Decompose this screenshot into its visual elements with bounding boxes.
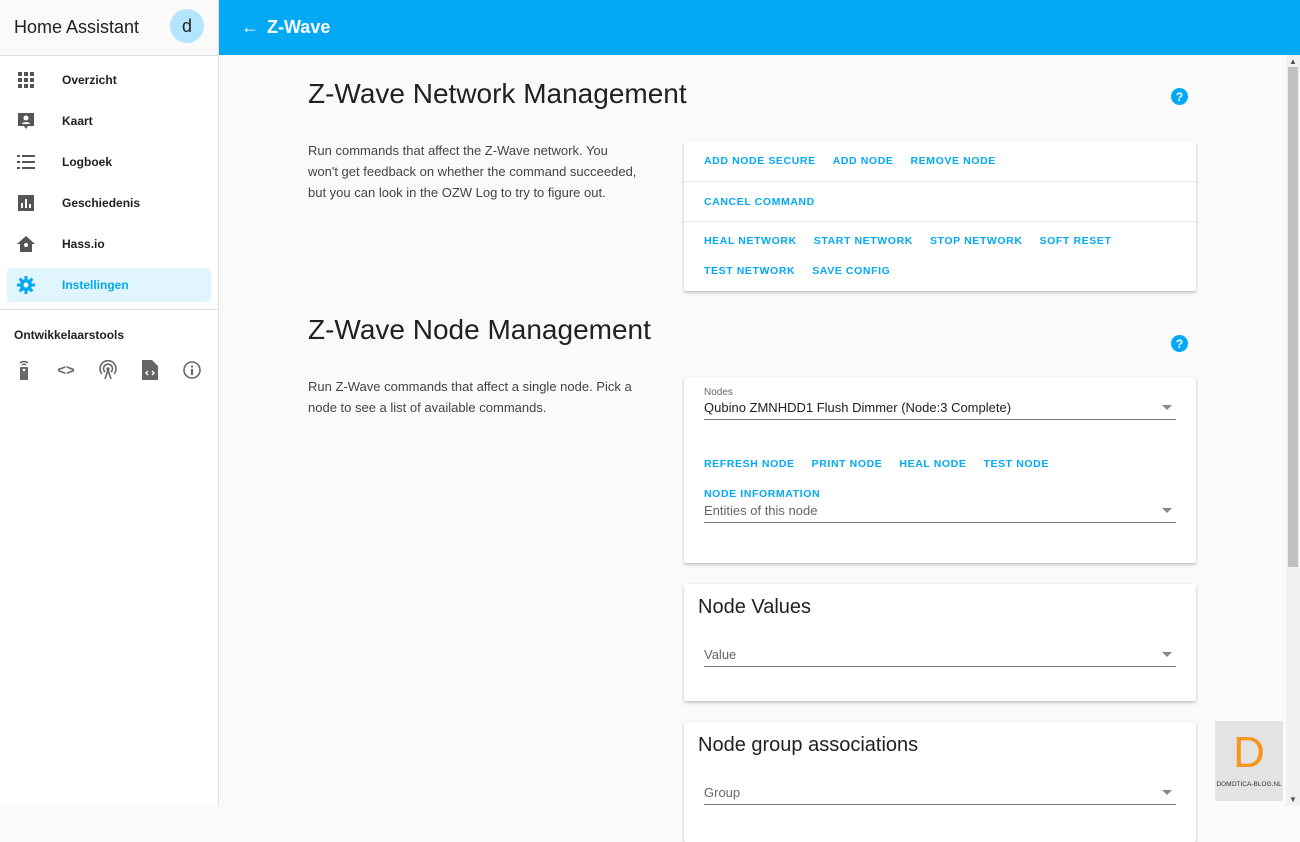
watermark-logo: D DOMOTICA-BLOG.NL: [1215, 721, 1283, 801]
node-commands-card: Nodes Qubino ZMNHDD1 Flush Dimmer (Node:…: [684, 377, 1196, 563]
network-management-title: Z-Wave Network Management: [308, 78, 687, 109]
value-placeholder: Value: [704, 647, 737, 662]
save-config-button[interactable]: SAVE CONFIG: [812, 256, 890, 286]
add-node-secure-button[interactable]: ADD NODE SECURE: [704, 146, 816, 176]
app-title: Home Assistant: [14, 17, 140, 37]
stop-network-button[interactable]: STOP NETWORK: [930, 226, 1023, 256]
avatar[interactable]: d: [170, 9, 204, 43]
node-description: Run Z-Wave commands that affect a single…: [308, 379, 632, 415]
nodes-label: Nodes: [704, 387, 733, 398]
sidebar-item-label: Logboek: [62, 155, 112, 169]
print-node-button[interactable]: PRINT NODE: [812, 449, 883, 479]
developer-tools-title: Ontwikkelaarstools: [14, 328, 125, 342]
sidebar-item-label: Geschiedenis: [62, 196, 141, 210]
chevron-down-icon: [1162, 508, 1172, 513]
sidebar-item-kaart[interactable]: Kaart: [7, 104, 211, 138]
sidebar-item-label: Kaart: [62, 114, 93, 128]
hassio-icon: [14, 236, 38, 252]
start-network-button[interactable]: START NETWORK: [814, 226, 913, 256]
sidebar-header: Home Assistant d: [0, 0, 218, 56]
sidebar-item-label: Hass.io: [62, 237, 105, 251]
node-groups-title: Node group associations: [698, 734, 919, 756]
entities-dropdown[interactable]: Entities of this node: [704, 503, 1176, 523]
list-icon: [14, 154, 38, 170]
node-values-card: Node Values Value: [684, 584, 1196, 701]
map-account-icon: [14, 112, 38, 130]
network-commands-card: ADD NODE SECURE ADD NODE REMOVE NODE CAN…: [684, 141, 1196, 291]
help-icon[interactable]: ?: [1171, 88, 1188, 105]
chevron-down-icon: [1162, 790, 1172, 795]
broadcast-icon[interactable]: [98, 360, 118, 380]
nodes-dropdown[interactable]: Qubino ZMNHDD1 Flush Dimmer (Node:3 Comp…: [704, 400, 1176, 420]
remote-icon[interactable]: [14, 360, 34, 380]
group-dropdown[interactable]: Group: [704, 785, 1176, 805]
add-node-button[interactable]: ADD NODE: [833, 146, 894, 176]
gear-icon: [14, 276, 38, 294]
scroll-down-icon[interactable]: ▼: [1289, 795, 1297, 804]
sidebar-item-geschiedenis[interactable]: Geschiedenis: [7, 186, 211, 220]
network-description: Run commands that affect the Z-Wave netw…: [308, 143, 637, 200]
remove-node-button[interactable]: REMOVE NODE: [911, 146, 996, 176]
logo-text: DOMOTICA-BLOG.NL: [1216, 781, 1282, 788]
scrollbar-thumb[interactable]: [1288, 67, 1298, 567]
sidebar-item-overzicht[interactable]: Overzicht: [7, 63, 211, 97]
sidebar-item-label: Overzicht: [62, 73, 117, 87]
scroll-up-icon[interactable]: ▲: [1289, 57, 1297, 66]
entities-placeholder: Entities of this node: [704, 503, 818, 518]
sidebar-item-logboek[interactable]: Logboek: [7, 145, 211, 179]
help-icon[interactable]: ?: [1171, 335, 1188, 352]
node-management-title: Z-Wave Node Management: [308, 314, 651, 345]
page-title: Z-Wave: [267, 17, 331, 37]
logo-letter: D: [1233, 728, 1265, 777]
heal-node-button[interactable]: HEAL NODE: [899, 449, 966, 479]
heal-network-button[interactable]: HEAL NETWORK: [704, 226, 797, 256]
sidebar-item-label: Instellingen: [62, 278, 129, 292]
chevron-down-icon: [1162, 405, 1172, 410]
sidebar-item-hassio[interactable]: Hass.io: [7, 227, 211, 261]
nodes-value: Qubino ZMNHDD1 Flush Dimmer (Node:3 Comp…: [704, 400, 1012, 415]
file-code-icon[interactable]: [140, 360, 160, 380]
value-dropdown[interactable]: Value: [704, 647, 1176, 667]
code-icon[interactable]: <>: [56, 360, 76, 380]
info-icon[interactable]: [182, 360, 202, 380]
scrollbar[interactable]: ▲ ▼: [1286, 55, 1300, 806]
cancel-command-button[interactable]: CANCEL COMMAND: [704, 187, 815, 217]
node-groups-card: Node group associations Group: [684, 722, 1196, 842]
top-bar: ← Z-Wave: [219, 0, 1300, 55]
group-placeholder: Group: [704, 785, 741, 800]
node-values-title: Node Values: [698, 596, 812, 618]
sidebar-item-instellingen[interactable]: Instellingen: [7, 268, 211, 302]
chevron-down-icon: [1162, 652, 1172, 657]
back-arrow-icon[interactable]: ←: [241, 17, 259, 38]
chart-icon: [14, 195, 38, 211]
soft-reset-button[interactable]: SOFT RESET: [1040, 226, 1112, 256]
sidebar: Home Assistant d Overzicht Kaart Logboek…: [0, 0, 219, 806]
test-network-button[interactable]: TEST NETWORK: [704, 256, 795, 286]
apps-icon: [14, 72, 38, 88]
refresh-node-button[interactable]: REFRESH NODE: [704, 449, 795, 479]
test-node-button[interactable]: TEST NODE: [983, 449, 1049, 479]
